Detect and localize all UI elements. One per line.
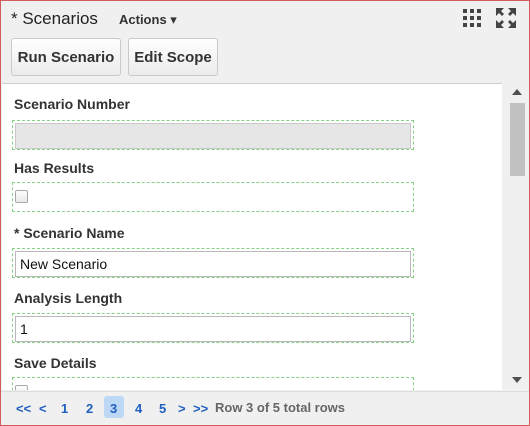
last-page-link[interactable]: >> <box>193 401 208 416</box>
form-area: Scenario Number Has Results * Scenario N… <box>2 83 502 390</box>
scroll-thumb[interactable] <box>510 103 525 176</box>
analysis-length-label: Analysis Length <box>14 290 123 306</box>
scroll-down-arrow-icon[interactable] <box>512 377 522 383</box>
scenario-name-input[interactable] <box>15 251 411 277</box>
save-details-checkbox[interactable] <box>15 385 28 390</box>
next-page-link[interactable]: > <box>178 401 186 416</box>
expand-icon[interactable] <box>495 7 517 29</box>
pager: << < 1 2 3 4 5 > >> Row 3 of 5 total row… <box>1 391 529 425</box>
panel-header: * Scenarios Actions ▾ Run Scenario Edit … <box>1 1 529 83</box>
edit-scope-button[interactable]: Edit Scope <box>128 38 218 76</box>
page-link-4[interactable]: 4 <box>135 401 142 416</box>
has-results-label: Has Results <box>14 160 95 176</box>
vertical-scrollbar[interactable] <box>507 83 527 389</box>
scenario-name-field-wrap <box>12 248 414 278</box>
grid-icon[interactable] <box>462 8 482 28</box>
scenarios-panel: * Scenarios Actions ▾ Run Scenario Edit … <box>0 0 530 426</box>
has-results-field-wrap <box>12 182 414 212</box>
analysis-length-input[interactable] <box>15 316 411 342</box>
save-details-field-wrap <box>12 377 414 390</box>
scenario-number-input <box>15 123 411 149</box>
first-page-link[interactable]: << <box>16 401 31 416</box>
scenario-name-label: * Scenario Name <box>14 225 125 241</box>
page-link-2[interactable]: 2 <box>86 401 93 416</box>
page-link-3[interactable]: 3 <box>110 401 117 416</box>
analysis-length-field-wrap <box>12 313 414 343</box>
scenario-number-label: Scenario Number <box>14 96 130 112</box>
page-link-5[interactable]: 5 <box>159 401 166 416</box>
scroll-up-arrow-icon[interactable] <box>512 89 522 95</box>
panel-title: * Scenarios <box>11 9 98 28</box>
prev-page-link[interactable]: < <box>39 401 47 416</box>
has-results-checkbox[interactable] <box>15 190 28 203</box>
save-details-label: Save Details <box>14 355 97 371</box>
page-link-1[interactable]: 1 <box>61 401 68 416</box>
run-scenario-button[interactable]: Run Scenario <box>11 38 121 76</box>
scenario-number-field-wrap <box>12 120 414 150</box>
actions-menu[interactable]: Actions ▾ <box>119 12 177 28</box>
row-count-info: Row 3 of 5 total rows <box>215 400 346 415</box>
